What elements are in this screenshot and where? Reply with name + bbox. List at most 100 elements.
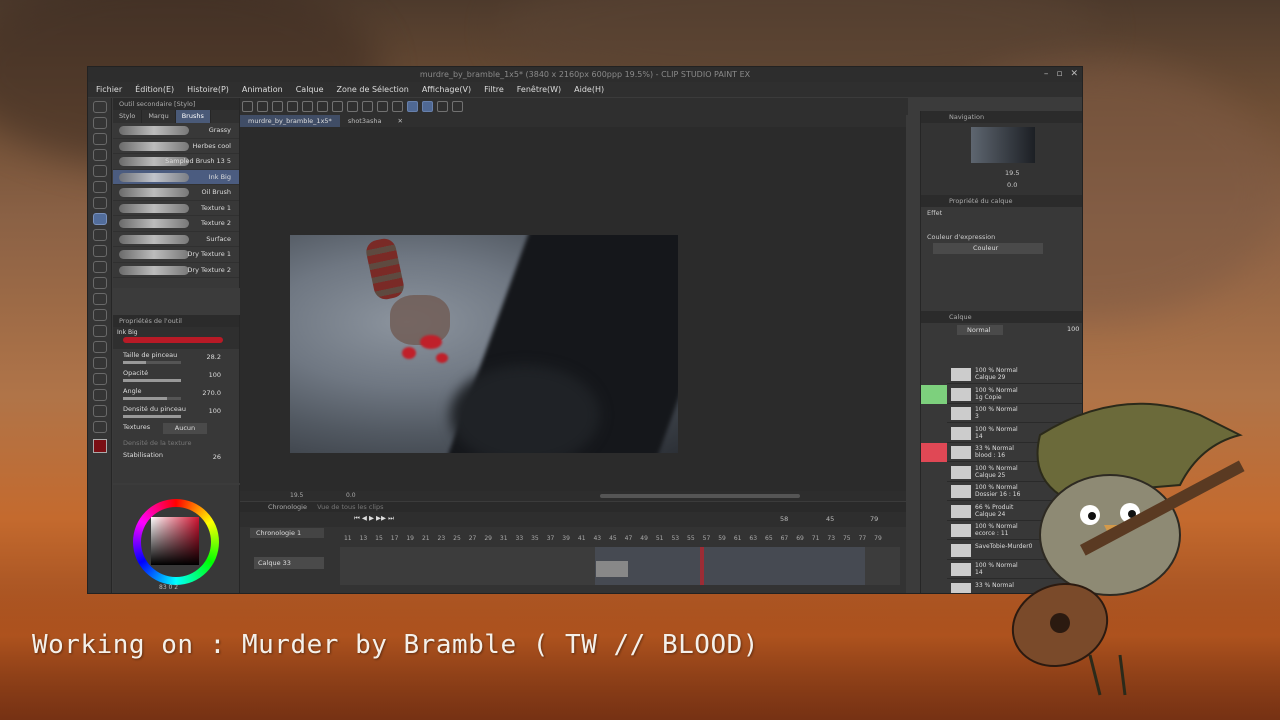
deselect-icon[interactable]	[362, 101, 373, 112]
blend-tool-icon[interactable]	[92, 293, 107, 305]
layer-row[interactable]: 100 % Normal Calque 29	[921, 365, 1082, 384]
doc-tab-murdre[interactable]: murdre_by_bramble_1x5*	[240, 115, 340, 127]
text-tool-icon[interactable]	[92, 389, 107, 401]
navigation-thumbnail[interactable]	[971, 127, 1035, 163]
decoration-tool-icon[interactable]	[92, 261, 107, 273]
brush-item-selected[interactable]: Ink Big	[113, 169, 239, 185]
move-tool-icon[interactable]	[92, 149, 107, 161]
eraser-tool-icon[interactable]	[92, 277, 107, 289]
menu-affichage[interactable]: Affichage(V)	[422, 85, 471, 94]
ruler-tool-icon[interactable]	[92, 373, 107, 385]
brush-item[interactable]: Surface	[113, 232, 239, 247]
undo-icon[interactable]	[287, 101, 298, 112]
hand-tool-icon[interactable]	[92, 117, 107, 129]
canvas-artwork[interactable]	[290, 235, 678, 453]
brush-item[interactable]: Oil Brush	[113, 185, 239, 201]
eyedropper-tool-icon[interactable]	[92, 133, 107, 145]
figure-tool-icon[interactable]	[92, 341, 107, 353]
tab-stylo[interactable]: Stylo	[113, 110, 143, 123]
color-values: 83 0 2	[159, 584, 179, 591]
tab-marqueur[interactable]: Marqu	[142, 110, 176, 123]
canvas-area[interactable]: murdre_by_bramble_1x5* shot3asha ✕	[240, 115, 906, 497]
redo-icon[interactable]	[302, 101, 313, 112]
brush-item[interactable]: Herbes cool	[113, 139, 239, 154]
layer-opacity-value[interactable]: 100	[1067, 325, 1079, 333]
timeline-cel[interactable]	[596, 561, 628, 577]
menu-edition[interactable]: Édition(E)	[135, 85, 174, 94]
brush-tool-icon[interactable]	[92, 229, 107, 241]
fill-tool-icon[interactable]	[92, 309, 107, 321]
color-wheel[interactable]	[133, 499, 219, 585]
brush-density-row[interactable]: Densité du pinceau 100	[113, 403, 239, 421]
doc-tab-shot3asha[interactable]: shot3asha	[340, 115, 390, 127]
opacity-row[interactable]: Opacité 100	[113, 367, 239, 385]
open-icon[interactable]	[257, 101, 268, 112]
layer-color-mark	[921, 560, 947, 579]
device-icon[interactable]	[437, 101, 448, 112]
invert-icon[interactable]	[377, 101, 388, 112]
frame-number: 19	[406, 535, 414, 542]
frame-number: 13	[359, 535, 368, 542]
menu-calque[interactable]: Calque	[296, 85, 324, 94]
menu-fichier[interactable]: Fichier	[96, 85, 122, 94]
timeline-track-select[interactable]: Chronologie 1	[250, 528, 324, 538]
expression-color-dropdown[interactable]: Couleur	[933, 243, 1043, 254]
selection-tool-icon[interactable]	[92, 165, 107, 177]
menu-fenetre[interactable]: Fenêtre(W)	[517, 85, 561, 94]
play-button[interactable]: ⏮ ◀ ▶ ▶▶ ⏭	[354, 514, 394, 523]
settings-icon[interactable]	[452, 101, 463, 112]
gradient-tool-icon[interactable]	[92, 325, 107, 337]
frame-tool-icon[interactable]	[92, 357, 107, 369]
brush-item[interactable]: Texture 2	[113, 216, 239, 232]
fill-icon[interactable]	[332, 101, 343, 112]
frame-number: 17	[390, 535, 399, 542]
timeline-playhead[interactable]	[700, 547, 704, 585]
timeline-layer-name[interactable]: Calque 33	[254, 557, 324, 569]
menu-aide[interactable]: Aide(H)	[574, 85, 604, 94]
menu-zone-selection[interactable]: Zone de Sélection	[336, 85, 408, 94]
tab-brushs[interactable]: Brushs	[175, 110, 211, 123]
minimize-button[interactable]: –	[1044, 67, 1049, 82]
new-file-icon[interactable]	[242, 101, 253, 112]
save-icon[interactable]	[272, 101, 283, 112]
wand-tool-icon[interactable]	[92, 197, 107, 209]
snap-grid-icon[interactable]	[422, 101, 433, 112]
maximize-button[interactable]: ▫	[1056, 67, 1062, 82]
lasso-tool-icon[interactable]	[92, 181, 107, 193]
frame-number: 63	[749, 535, 758, 542]
transform-icon[interactable]	[347, 101, 358, 112]
navigation-angle[interactable]: 0.0	[1007, 181, 1017, 189]
ruler-icon[interactable]	[392, 101, 403, 112]
angle-value[interactable]: 0.0	[346, 492, 356, 499]
blend-mode-dropdown[interactable]: Normal	[957, 325, 1003, 335]
navigation-zoom[interactable]: 19.5	[1005, 169, 1019, 177]
close-tab-icon[interactable]: ✕	[389, 115, 410, 127]
brush-item[interactable]: Dry Texture 2	[113, 263, 239, 278]
brush-item[interactable]: Texture 1	[113, 201, 239, 216]
main-color-swatch[interactable]	[92, 439, 107, 453]
brush-size-row[interactable]: Taille de pinceau 28.2	[113, 349, 239, 367]
blood-splatter	[420, 335, 442, 349]
angle-row[interactable]: Angle 270.0	[113, 385, 239, 403]
balloon-tool-icon[interactable]	[92, 405, 107, 417]
brush-item[interactable]: Sampled Brush 13 5	[113, 154, 239, 170]
close-button[interactable]: ✕	[1070, 67, 1078, 82]
menu-filtre[interactable]: Filtre	[484, 85, 504, 94]
brush-item[interactable]: Dry Texture 1	[113, 247, 239, 263]
menu-animation[interactable]: Animation	[242, 85, 283, 94]
airbrush-tool-icon[interactable]	[92, 245, 107, 257]
brush-item[interactable]: Grassy	[113, 123, 239, 139]
correction-tool-icon[interactable]	[92, 421, 107, 433]
zoom-value[interactable]: 19.5	[290, 492, 303, 499]
timeline-track[interactable]	[340, 547, 900, 585]
snap-icon[interactable]	[407, 101, 418, 112]
zoom-tool-icon[interactable]	[92, 101, 107, 113]
stabilisation-row[interactable]: Stabilisation 26	[113, 449, 239, 467]
clear-icon[interactable]	[317, 101, 328, 112]
textures-dropdown[interactable]: Aucun	[163, 423, 207, 434]
textures-row[interactable]: Textures Aucun	[113, 421, 239, 437]
pen-tool-icon[interactable]	[92, 213, 107, 225]
saturation-value-square[interactable]	[151, 517, 199, 565]
menu-histoire[interactable]: Histoire(P)	[187, 85, 229, 94]
horizontal-scrollbar[interactable]	[600, 494, 800, 498]
